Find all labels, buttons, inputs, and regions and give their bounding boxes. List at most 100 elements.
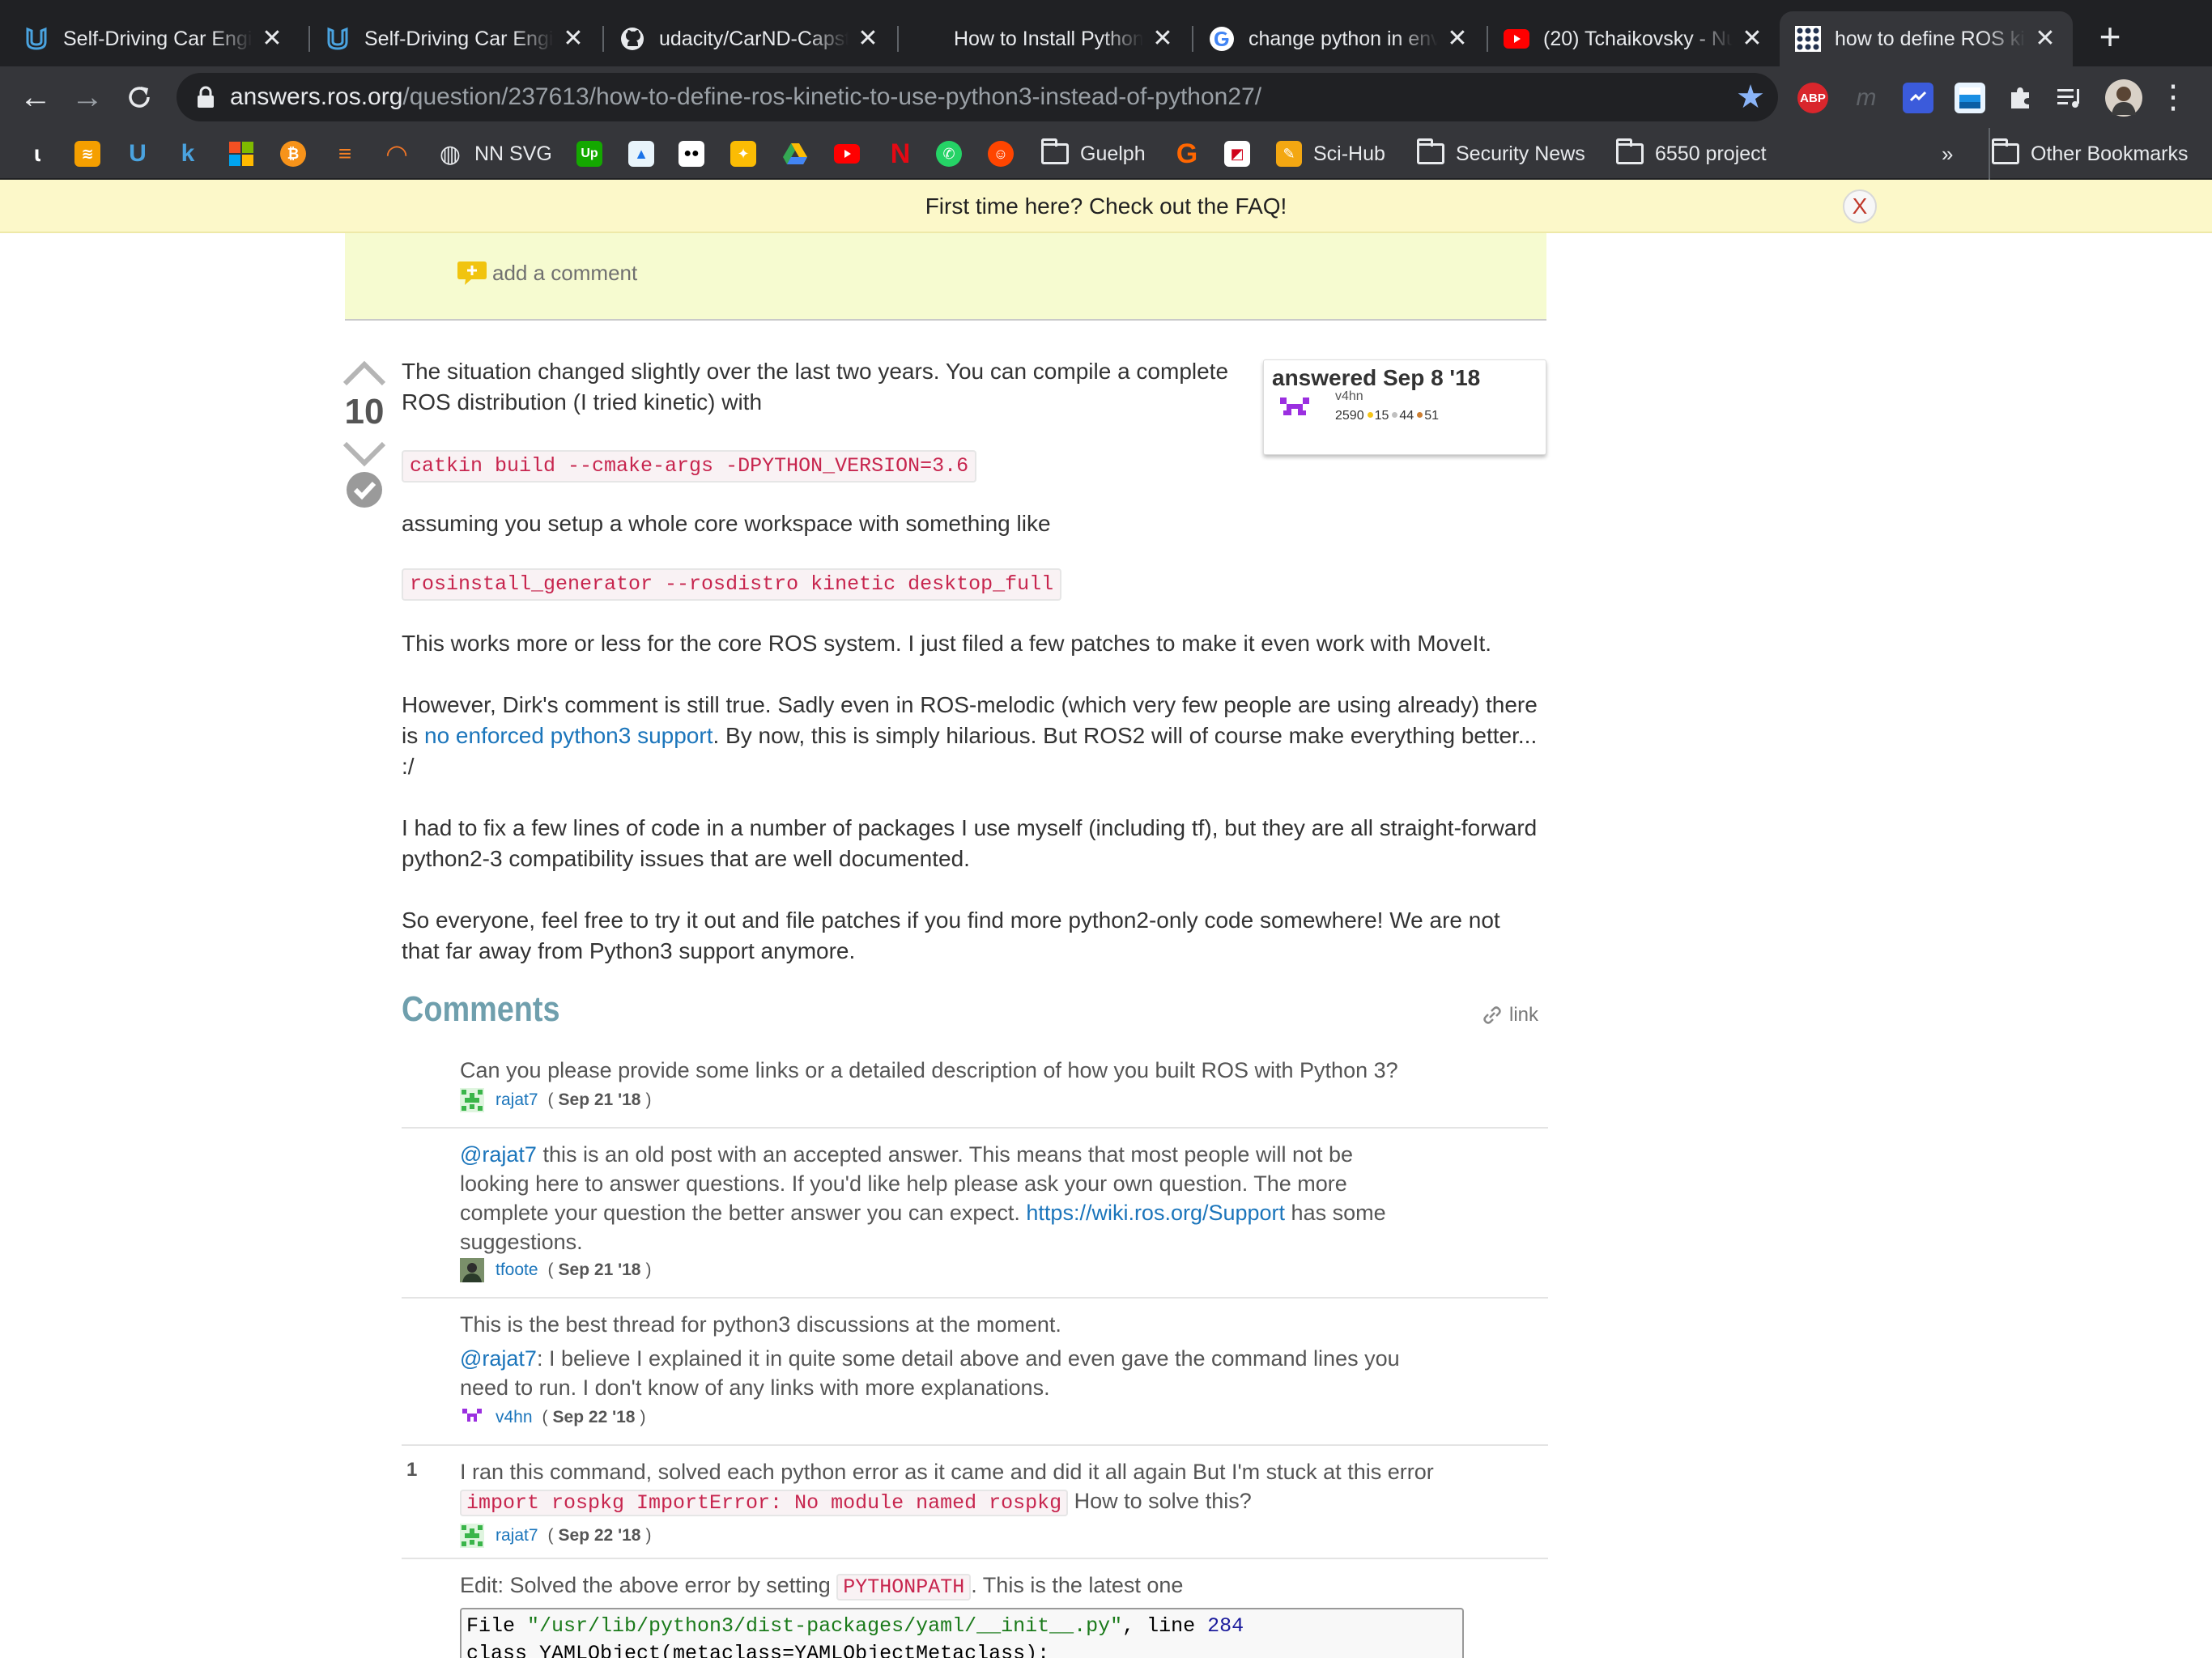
comment-meta: v4hn(Sep 22 '18) (460, 1405, 645, 1430)
l-bookmark-icon: ɩ (34, 141, 40, 166)
bookmark-microsoft[interactable] (228, 128, 254, 180)
bookmark-keep[interactable]: ✦ (730, 128, 756, 180)
add-comment-link[interactable]: add a comment (457, 259, 637, 287)
answerer-card: answered Sep 8 '18 v4hn 2590 15 44 51 (1263, 359, 1546, 455)
wiki-support-link[interactable]: https://wiki.ros.org/Support (1026, 1201, 1285, 1225)
downvote-arrow-icon[interactable] (340, 437, 389, 470)
answer-paragraph: So everyone, feel free to try it out and… (402, 908, 1500, 963)
mendeley-extension-icon[interactable]: m (1851, 83, 1882, 113)
profile-avatar[interactable] (2105, 79, 2142, 117)
avatar[interactable] (460, 1405, 484, 1430)
medium-icon: ●● (678, 141, 704, 167)
new-tab-button[interactable]: + (2091, 18, 2129, 57)
browser-menu-icon[interactable]: ⋮ (2157, 76, 2189, 118)
comment-date: Sep 22 '18 (558, 1526, 641, 1545)
bookmark-upwork[interactable]: Up (576, 128, 602, 180)
folder-icon (1616, 138, 1644, 164)
bookmark-folder-6550-project[interactable]: 6550 project (1616, 128, 1767, 180)
comment-text: Can you please provide some links or a d… (460, 1058, 1398, 1082)
close-tab-icon[interactable]: ✕ (560, 26, 586, 52)
bookmark-bitcoin[interactable]: ₿ (280, 128, 306, 180)
ros-icon (1794, 25, 1822, 53)
shortcut-extension-icon[interactable] (1903, 83, 1933, 113)
close-tab-icon[interactable]: ✕ (2032, 26, 2058, 52)
scihub-icon: ✎ (1276, 141, 1302, 167)
comment-username[interactable]: rajat7 (496, 1526, 538, 1545)
mention-link[interactable]: @rajat7 (460, 1142, 537, 1167)
comment-username[interactable]: rajat7 (496, 1090, 538, 1110)
close-tab-icon[interactable]: ✕ (1739, 26, 1765, 52)
youtube-icon (1503, 25, 1530, 53)
bookmark-k[interactable]: k (175, 128, 201, 180)
close-tab-icon[interactable]: ✕ (1150, 26, 1176, 52)
bookmark-g[interactable]: G (1174, 128, 1200, 180)
square-icon: ◩ (1224, 141, 1250, 167)
mention-link[interactable]: @rajat7 (460, 1346, 537, 1371)
tab-install-python[interactable]: How to Install Python 3 ✕ (899, 11, 1190, 66)
bookmarks-overflow-button[interactable]: » (1942, 128, 1953, 180)
audible-icon: ≋ (74, 141, 100, 167)
bookmark-medium[interactable]: ●● (678, 128, 704, 180)
answerer-username[interactable]: v4hn (1335, 389, 1363, 404)
comment-username[interactable]: v4hn (496, 1408, 533, 1427)
bookmark-grammarly[interactable]: ◩ (1224, 128, 1250, 180)
bookmark-netflix[interactable]: N (887, 128, 913, 180)
forward-button[interactable]: → (66, 76, 108, 118)
bookmark-audible[interactable]: ≋ (74, 128, 100, 180)
inline-code: PYTHONPATH (836, 1574, 972, 1601)
bookmark-sci-hub[interactable]: ✎ Sci-Hub (1276, 128, 1385, 180)
adblock-extension-icon[interactable]: ABP (1797, 83, 1828, 113)
comment: @rajat7 this is an old post with an acce… (402, 1129, 1548, 1299)
tab-udacity-1[interactable]: Self-Driving Car Engineer ✕ (8, 11, 300, 66)
tab-strip: Self-Driving Car Engineer ✕ Self-Driving… (0, 0, 2212, 66)
puzzle-extensions-icon[interactable] (2005, 83, 2035, 113)
bookmark-whatsapp[interactable]: ✆ (936, 128, 962, 180)
bookmark-nn-svg[interactable]: ◍ NN SVG (437, 128, 552, 180)
tab-udacity-2[interactable]: Self-Driving Car Engineer ✕ (309, 11, 601, 66)
avatar[interactable] (1277, 393, 1312, 428)
media-queue-icon[interactable] (2055, 83, 2086, 113)
python3-support-link[interactable]: no enforced python3 support (424, 723, 713, 748)
bulb-icon: ✦ (730, 141, 756, 167)
folder-icon (1041, 138, 1069, 164)
bookmark-udacity[interactable]: U (125, 128, 151, 180)
back-button[interactable]: ← (15, 76, 57, 118)
window-extension-icon[interactable] (1955, 83, 1985, 113)
tab-ros-answers[interactable]: how to define ROS kinetic ✕ (1780, 11, 2073, 66)
bookmark-stackoverflow[interactable]: ≡ (332, 128, 358, 180)
bookmark-drive[interactable] (782, 128, 808, 180)
avatar[interactable] (460, 1258, 484, 1282)
close-tab-icon[interactable]: ✕ (855, 26, 881, 52)
url-text[interactable]: answers.ros.org/question/237613/how-to-d… (230, 73, 1261, 121)
permalink-button[interactable]: link (1482, 1004, 1538, 1027)
comment-text: Edit: Solved the above error by setting … (460, 1573, 1184, 1601)
reload-button[interactable] (118, 76, 160, 118)
udacity-icon (324, 25, 351, 53)
bookmark-folder-other[interactable]: Other Bookmarks (1989, 128, 2189, 180)
bookmark-reddit[interactable]: ☺ (988, 128, 1014, 180)
bookmarks-bar: ɩ ≋ U k ₿ ≡ ◠ ◍ NN SVG Up ▲ ●● ✦ N ✆ ☺ Gu… (0, 128, 2212, 180)
comment-username[interactable]: tfoote (496, 1261, 538, 1280)
bookmark-l[interactable]: ɩ (24, 128, 50, 180)
close-tab-icon[interactable]: ✕ (1444, 26, 1470, 52)
close-tab-icon[interactable]: ✕ (259, 26, 285, 52)
bookmark-star-icon[interactable]: ★ (1736, 78, 1765, 117)
avatar[interactable] (460, 1524, 484, 1548)
bookmark-jupyter[interactable]: ◠ (384, 128, 410, 180)
faq-banner-link[interactable]: First time here? Check out the FAQ! (925, 193, 1287, 219)
bookmark-photos[interactable]: ▲ (628, 128, 654, 180)
bronze-badge-icon (1417, 412, 1423, 419)
upvote-arrow-icon[interactable] (340, 356, 389, 389)
tab-youtube[interactable]: (20) Tchaikovsky - Nutcracker ✕ (1488, 11, 1780, 66)
chain-link-icon (1483, 1006, 1501, 1024)
bookmark-folder-guelph[interactable]: Guelph (1041, 128, 1146, 180)
tab-github[interactable]: udacity/CarND-Capstone ✕ (604, 11, 895, 66)
bookmark-youtube[interactable] (834, 128, 860, 180)
folder-icon (1992, 138, 2019, 164)
tab-google-search[interactable]: change python in environment ✕ (1193, 11, 1485, 66)
close-banner-button[interactable]: X (1843, 189, 1877, 223)
accepted-check-icon[interactable] (346, 471, 383, 508)
bookmark-folder-security-news[interactable]: Security News (1417, 128, 1585, 180)
address-bar[interactable]: answers.ros.org/question/237613/how-to-d… (177, 73, 1778, 121)
avatar[interactable] (460, 1088, 484, 1112)
